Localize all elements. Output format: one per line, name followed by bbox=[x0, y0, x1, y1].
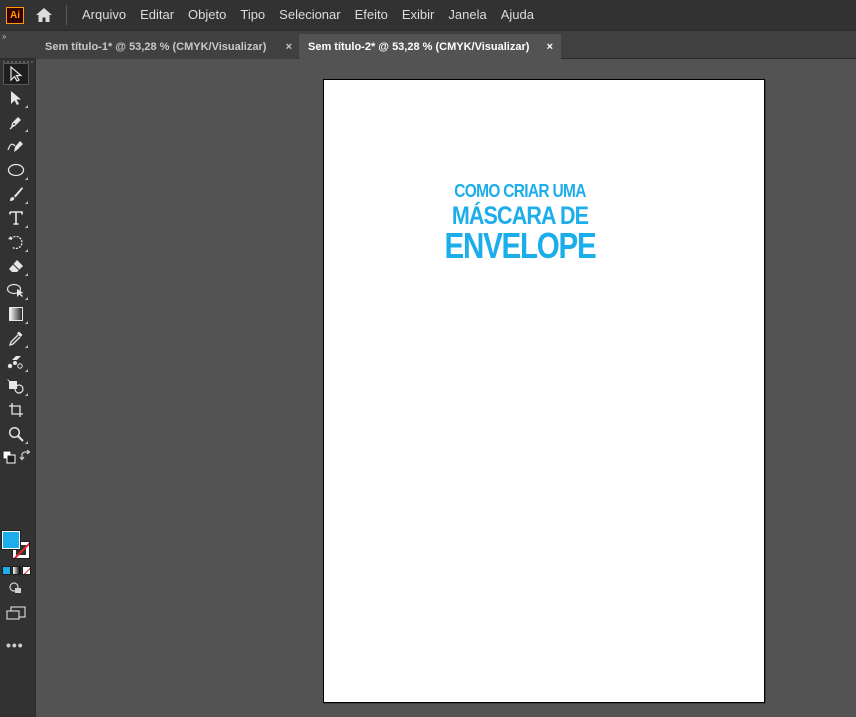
close-icon[interactable]: × bbox=[286, 41, 292, 53]
menu-efeito[interactable]: Efeito bbox=[348, 0, 395, 30]
ellipse-tool-icon[interactable] bbox=[3, 159, 29, 181]
collapse-panel-icon[interactable]: » bbox=[2, 32, 7, 41]
menu-arquivo[interactable]: Arquivo bbox=[75, 0, 133, 30]
artboard-text-line-1[interactable]: COMO CRIAR UMA bbox=[331, 181, 709, 202]
menu-separator bbox=[66, 5, 67, 25]
artboard[interactable]: COMO CRIAR UMA MÁSCARA DE ENVELOPE bbox=[323, 79, 765, 703]
color-mode-icon[interactable] bbox=[2, 566, 11, 575]
menu-editar[interactable]: Editar bbox=[133, 0, 181, 30]
document-tab-bar: » Sem título-1* @ 53,28 % (CMYK/Visualiz… bbox=[0, 30, 856, 59]
menu-janela[interactable]: Janela bbox=[441, 0, 493, 30]
pen-tool-icon[interactable] bbox=[3, 111, 29, 133]
shape-builder-tool-icon[interactable] bbox=[3, 375, 29, 397]
home-icon[interactable] bbox=[34, 5, 54, 25]
paintbrush-tool-icon[interactable] bbox=[3, 183, 29, 205]
direct-selection-tool-icon[interactable] bbox=[3, 87, 29, 109]
tab-label: Sem título-2* @ 53,28 % (CMYK/Visualizar… bbox=[308, 40, 530, 53]
more-tools-icon[interactable]: ••• bbox=[6, 637, 24, 653]
curvature-tool-icon[interactable] bbox=[3, 135, 29, 157]
fill-swatch[interactable] bbox=[1, 530, 21, 550]
canvas-area[interactable]: COMO CRIAR UMA MÁSCARA DE ENVELOPE bbox=[36, 59, 856, 717]
none-mode-icon[interactable] bbox=[22, 566, 31, 575]
screen-mode-icon[interactable] bbox=[5, 605, 27, 621]
color-mode-row bbox=[2, 566, 31, 575]
eyedropper-tool-icon[interactable] bbox=[3, 327, 29, 349]
tools-panel: ••• bbox=[0, 59, 36, 717]
type-tool-icon[interactable] bbox=[3, 207, 29, 229]
menu-objeto[interactable]: Objeto bbox=[181, 0, 233, 30]
draw-mode-icon[interactable] bbox=[8, 581, 24, 595]
gradient-tool-icon[interactable] bbox=[3, 303, 29, 325]
puppet-warp-tool-icon[interactable] bbox=[3, 279, 29, 301]
gradient-mode-icon[interactable] bbox=[12, 566, 21, 575]
menu-tipo[interactable]: Tipo bbox=[233, 0, 272, 30]
eraser-tool-icon[interactable] bbox=[3, 255, 29, 277]
swap-fill-stroke-icon[interactable] bbox=[19, 449, 33, 464]
selection-tool-icon[interactable] bbox=[3, 63, 29, 85]
artboard-text-line-3[interactable]: ENVELOPE bbox=[340, 225, 701, 267]
tab-label: Sem título-1* @ 53,28 % (CMYK/Visualizar… bbox=[45, 40, 267, 53]
tab-sem-titulo-2[interactable]: Sem título-2* @ 53,28 % (CMYK/Visualizar… bbox=[299, 34, 561, 59]
rotate-tool-icon[interactable] bbox=[3, 231, 29, 253]
zoom-tool-icon[interactable] bbox=[3, 423, 29, 445]
close-icon[interactable]: × bbox=[547, 41, 553, 53]
app-logo: Ai bbox=[6, 6, 24, 24]
artboard-tool-icon[interactable] bbox=[3, 399, 29, 421]
menu-ajuda[interactable]: Ajuda bbox=[494, 0, 541, 30]
menu-exibir[interactable]: Exibir bbox=[395, 0, 442, 30]
menu-selecionar[interactable]: Selecionar bbox=[272, 0, 347, 30]
tab-sem-titulo-1[interactable]: Sem título-1* @ 53,28 % (CMYK/Visualizar… bbox=[36, 34, 298, 59]
blend-tool-icon[interactable] bbox=[3, 351, 29, 373]
menu-bar: Ai Arquivo Editar Objeto Tipo Selecionar… bbox=[0, 0, 856, 30]
default-fill-stroke-icon[interactable] bbox=[2, 450, 16, 464]
